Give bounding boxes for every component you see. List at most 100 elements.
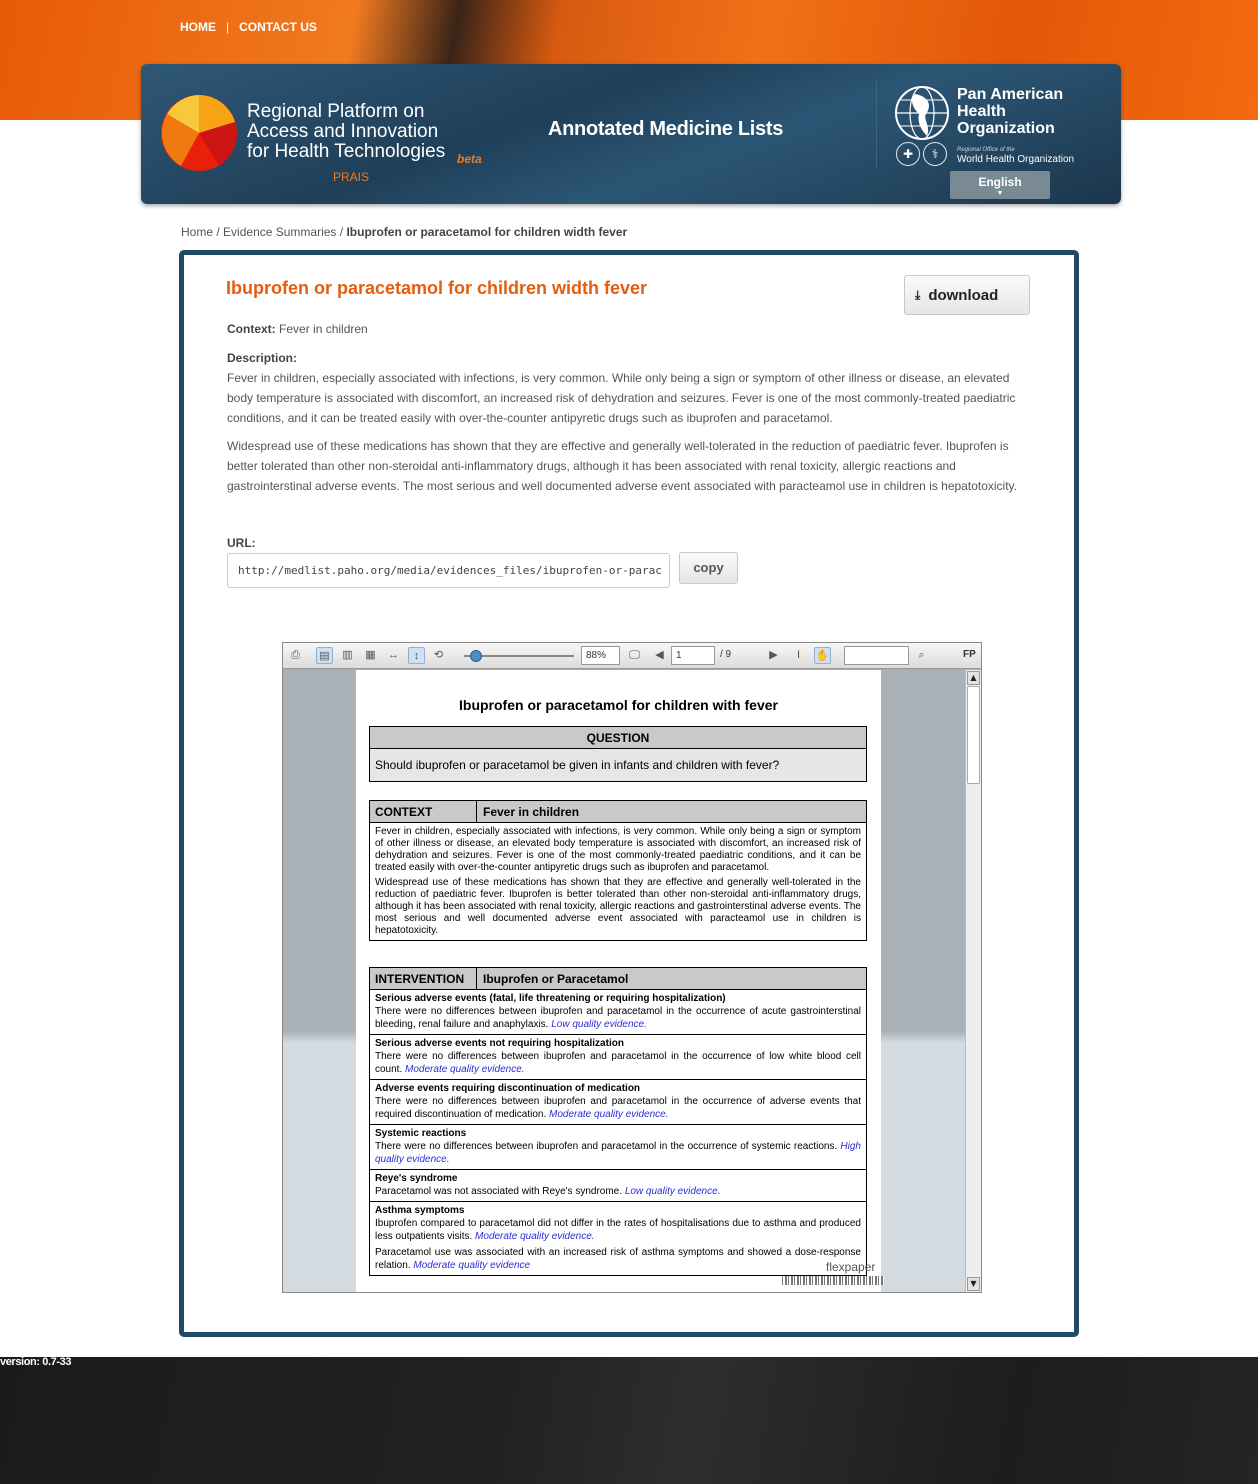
question-table: QUESTION Should ibuprofen or paracetamol… [369,726,867,782]
scroll-down-icon[interactable]: ▼ [967,1277,980,1291]
platform-title: Regional Platform on Access and Innovati… [247,102,445,162]
paho-emblem-icon: ✚ [896,142,920,166]
platform-title-line: Regional Platform on [247,101,425,122]
breadcrumb-sep: / [216,225,220,239]
page-input[interactable]: 1 [671,646,715,665]
paho-name-line: Organization [957,120,1055,137]
url-label: URL: [227,536,256,550]
outcome-row: Reye's syndrome Paracetamol was not asso… [370,1169,866,1201]
search-icon[interactable]: ⌕ [913,647,930,664]
platform-title-line: for Health Technologies [247,141,446,162]
nav-separator: | [226,20,230,34]
document-viewer[interactable]: ⎙ ▤ ▥ ▦ ↔ ↕ ⟲ 88% 🖵 ◀ 1 / 9 ▶ I ✋ ⌕ FP I… [282,642,982,1293]
outcome-row: Asthma symptoms Ibuprofen compared to pa… [370,1201,866,1275]
breadcrumb-section[interactable]: Evidence Summaries [223,225,336,239]
download-icon: ⤓ [915,287,921,302]
prev-page-icon[interactable]: ◀ [651,647,668,664]
outcome-text: Ibuprofen compared to paracetamol did no… [375,1218,861,1242]
evidence-panel: Ibuprofen or paracetamol for children wi… [179,250,1079,1337]
url-field[interactable]: http://medlist.paho.org/media/evidences_… [227,553,670,588]
outcome-text: Paracetamol was not associated with Reye… [375,1186,623,1197]
scroll-thumb[interactable] [967,686,980,784]
flexpaper-brand: flexpaper [826,1260,876,1274]
evidence-quality: Low quality evidence. [624,1186,721,1197]
viewer-scrollbar[interactable]: ▲ ▼ [965,670,981,1292]
outcome-row: Serious adverse events not requiring hos… [370,1034,866,1079]
thumbnail-icon[interactable]: ▦ [362,647,379,664]
two-page-icon[interactable]: ▥ [339,647,356,664]
outcome-row: Adverse events requiring discontinuation… [370,1079,866,1124]
flexpaper-barcode-icon [782,1276,884,1285]
context-header: CONTEXT Fever in children [370,801,866,823]
outcome-extra: Paracetamol use was associated with an i… [375,1246,861,1272]
paho-name-line: Pan American [957,86,1064,103]
evidence-quality: Moderate quality evidence. [405,1064,525,1075]
outcome-heading: Serious adverse events (fatal, life thre… [375,993,726,1004]
zoom-input[interactable]: 88% [581,646,620,665]
hand-tool-icon[interactable]: ✋ [814,647,831,664]
context-line: Context: Fever in children [227,322,368,336]
fit-height-icon[interactable]: ↕ [408,647,425,664]
viewer-canvas[interactable]: Ibuprofen or paracetamol for children wi… [283,670,965,1292]
select-text-icon[interactable]: I [790,647,807,664]
context-header-value: Fever in children [483,805,580,819]
question-text: Should ibuprofen or paracetamol be given… [370,749,866,781]
scroll-up-icon[interactable]: ▲ [967,671,980,685]
prais-label: PRAIS [333,170,370,184]
paho-name: Pan American Health Organization [957,86,1063,137]
intervention-header: INTERVENTION Ibuprofen or Paracetamol [370,968,866,990]
site-header: Regional Platform on Access and Innovati… [141,64,1121,204]
nav-home-link[interactable]: HOME [180,20,216,34]
outcome-heading: Systemic reactions [375,1128,467,1139]
description-label: Description: [227,351,298,365]
paho-globe-icon [895,86,949,140]
paho-name-line: Health [957,103,1006,120]
pdf-title: Ibuprofen or paracetamol for children wi… [459,697,778,713]
language-value: English [978,175,1022,189]
download-button[interactable]: ⤓ download [904,275,1030,315]
question-header: QUESTION [370,727,866,749]
fit-width-icon[interactable]: ↔ [385,647,402,664]
outcome-rows: Serious adverse events (fatal, life thre… [370,990,866,1275]
copy-button[interactable]: copy [679,552,738,584]
app-title: Annotated Medicine Lists [548,118,784,140]
who-emblem-icon: ⚕ [923,142,947,166]
download-label: download [928,286,999,304]
prais-logo-icon[interactable] [159,92,239,174]
zoom-slider-handle[interactable] [470,650,482,662]
fullscreen-icon[interactable]: 🖵 [626,647,643,664]
breadcrumb: Home / Evidence Summaries / Ibuprofen or… [181,225,627,239]
print-icon[interactable]: ⎙ [287,647,304,664]
viewer-toolbar: ⎙ ▤ ▥ ▦ ↔ ↕ ⟲ 88% 🖵 ◀ 1 / 9 ▶ I ✋ ⌕ FP [283,643,981,669]
platform-title-line: Access and Innovation [247,121,439,142]
intervention-header-value: Ibuprofen or Paracetamol [483,972,629,986]
who-subtitle: Regional Office of the [957,147,1015,153]
outcome-heading: Asthma symptoms [375,1205,465,1216]
description-paragraph: Fever in children, especially associated… [227,371,1016,425]
page-total: / 9 [720,649,732,660]
version-label: version: 0.7-33 [0,1356,72,1368]
evidence-quality: Moderate quality evidence [413,1260,531,1271]
viewer-search-input[interactable] [844,646,909,665]
context-paragraph: Widespread use of these medications has … [375,877,861,936]
next-page-icon[interactable]: ▶ [765,647,782,664]
chevron-down-icon: ▼ [996,190,1004,197]
context-body: Fever in children, especially associated… [370,823,866,940]
outcome-row: Systemic reactions There were no differe… [370,1124,866,1169]
outcome-text: There were no differences between ibupro… [375,1141,838,1152]
top-nav: HOME | CONTACT US [180,20,317,34]
evidence-quality: Moderate quality evidence. [475,1231,595,1242]
single-page-icon[interactable]: ▤ [316,647,333,664]
who-name: World Health Organization [957,154,1075,165]
description-paragraph: Widespread use of these medications has … [227,439,1017,493]
rotate-icon[interactable]: ⟲ [430,647,447,664]
breadcrumb-current: Ibuprofen or paracetamol for children wi… [346,225,628,239]
intervention-table: INTERVENTION Ibuprofen or Paracetamol Ser… [369,967,867,1276]
intervention-header-label: INTERVENTION [370,968,477,990]
outcome-heading: Serious adverse events not requiring hos… [375,1038,624,1049]
breadcrumb-home[interactable]: Home [181,225,213,239]
context-label: Context: [227,322,276,336]
language-select[interactable]: English ▼ [950,171,1050,199]
fp-label[interactable]: FP [963,649,976,660]
nav-contact-link[interactable]: CONTACT US [239,20,317,34]
